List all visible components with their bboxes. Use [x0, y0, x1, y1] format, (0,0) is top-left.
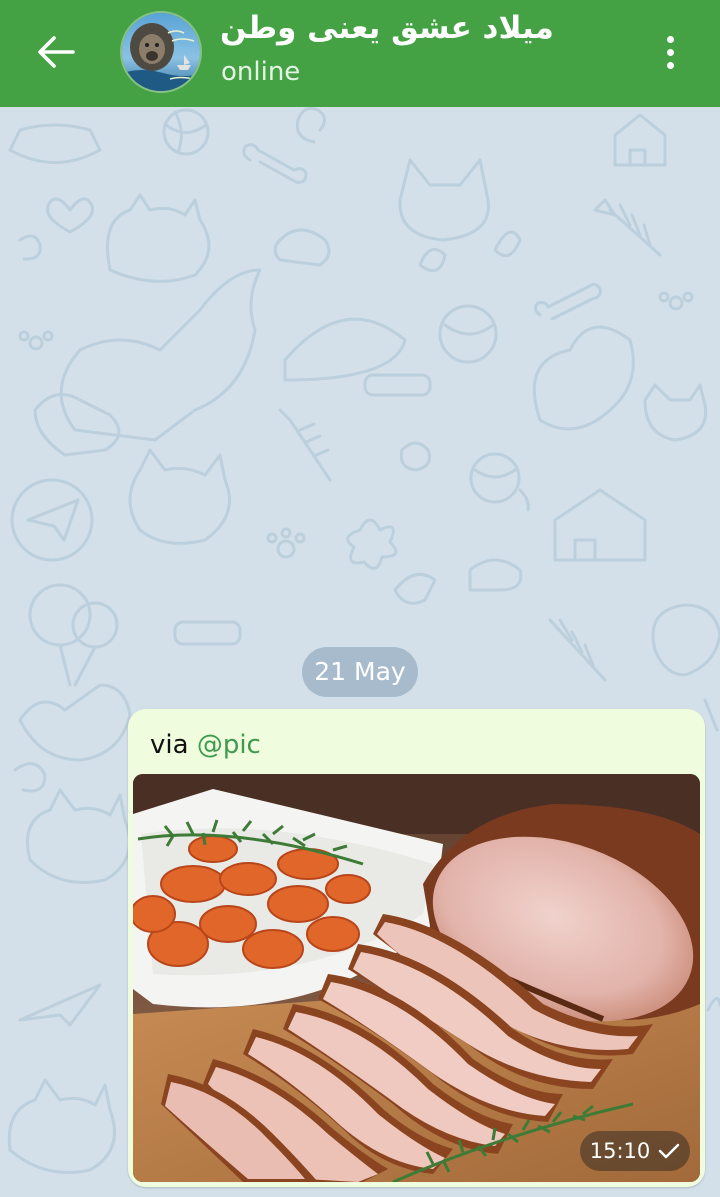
back-button[interactable] — [26, 24, 86, 80]
avatar-image-lion — [122, 13, 200, 91]
more-vertical-icon — [666, 35, 674, 43]
message-photo[interactable] — [133, 774, 700, 1182]
via-prefix: via — [150, 730, 189, 760]
via-bot-line: via @pic — [150, 727, 261, 763]
more-vertical-icon-dot-2 — [666, 48, 674, 56]
photo-roast-meat — [133, 774, 700, 1182]
chat-title[interactable]: میلاد عشق یعنی وطن — [220, 8, 640, 48]
date-separator: 21 May — [302, 647, 418, 697]
message-bubble[interactable]: via @pic 15:10 — [128, 709, 705, 1187]
via-bot-handle[interactable]: @pic — [197, 730, 261, 760]
single-check-icon — [659, 1143, 680, 1159]
chat-status: online — [221, 57, 301, 87]
message-time-text: 15:10 — [589, 1139, 651, 1163]
more-vertical-icon-dot-3 — [666, 61, 674, 69]
chat-avatar[interactable] — [120, 11, 202, 93]
chat-header: میلاد عشق یعنی وطن online — [0, 0, 720, 107]
message-time: 15:10 — [580, 1131, 690, 1171]
arrow-left-icon — [38, 36, 75, 68]
more-menu-button[interactable] — [648, 28, 692, 76]
